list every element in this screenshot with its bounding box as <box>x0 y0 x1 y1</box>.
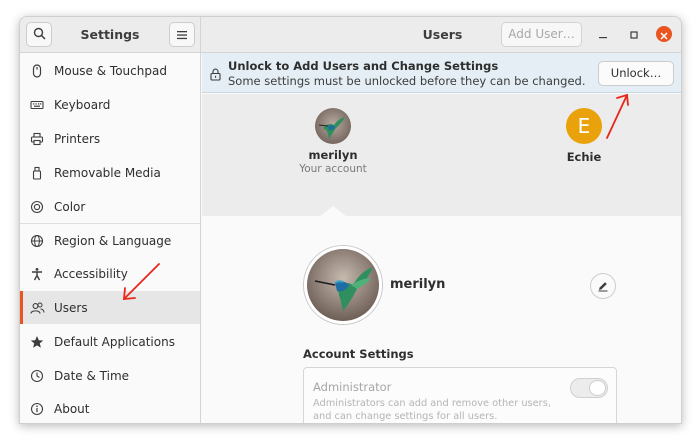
color-icon <box>29 199 45 215</box>
sidebar-item-removable-media[interactable]: Removable Media <box>20 156 200 189</box>
add-user-button[interactable]: Add User… <box>501 22 582 47</box>
lock-icon <box>210 66 221 85</box>
hummingbird-avatar-icon <box>315 108 351 144</box>
maximize-button[interactable] <box>626 26 642 42</box>
sidebar-item-keyboard[interactable]: Keyboard <box>20 88 200 121</box>
accessibility-icon <box>29 266 45 282</box>
sidebar-item-label: Keyboard <box>54 97 111 112</box>
edit-name-button[interactable] <box>590 273 616 299</box>
profile-name: merilyn <box>390 277 446 292</box>
user-card-echie[interactable]: E Echie <box>539 108 629 164</box>
minimize-button[interactable] <box>595 26 611 42</box>
sidebar-header: Settings <box>20 17 201 53</box>
selection-pointer <box>320 206 346 216</box>
sidebar-item-users[interactable]: Users <box>20 291 200 324</box>
star-icon <box>29 334 45 350</box>
sidebar-item-label: Mouse & Touchpad <box>54 63 167 78</box>
close-icon <box>660 25 668 44</box>
info-icon <box>29 401 45 417</box>
sidebar-item-label: Default Applications <box>54 334 175 349</box>
user-role: Your account <box>299 163 367 175</box>
sidebar: Mouse & Touchpad Keyboard Printers Remov… <box>20 53 201 423</box>
hamburger-icon <box>176 25 188 44</box>
users-panel: Unlock to Add Users and Change Settings … <box>202 53 681 423</box>
sidebar-item-label: Removable Media <box>54 165 161 180</box>
close-button[interactable] <box>656 26 672 42</box>
hummingbird-avatar-icon <box>307 249 379 321</box>
administrator-description: Administrators can add and remove other … <box>313 398 551 422</box>
sidebar-item-label: Printers <box>54 131 101 146</box>
sidebar-item-color[interactable]: Color <box>20 190 200 223</box>
administrator-toggle[interactable] <box>570 378 608 398</box>
pencil-icon <box>597 277 609 296</box>
user-card-merilyn[interactable]: merilyn Your account <box>288 108 378 175</box>
maximize-icon <box>629 25 639 44</box>
sidebar-item-label: About <box>54 401 90 416</box>
menu-button[interactable] <box>169 22 195 47</box>
unlock-button[interactable]: Unlock… <box>598 61 674 86</box>
sidebar-item-printers[interactable]: Printers <box>20 122 200 155</box>
toggle-knob <box>589 380 606 396</box>
administrator-row: Administrator Administrators can add and… <box>303 367 617 423</box>
sidebar-item-mouse-touchpad[interactable]: Mouse & Touchpad <box>20 54 200 87</box>
users-icon <box>29 300 45 316</box>
user-selector: merilyn Your account E Echie <box>202 94 681 216</box>
unlock-infobar: Unlock to Add Users and Change Settings … <box>202 53 681 93</box>
sidebar-item-label: Color <box>54 199 86 214</box>
administrator-label: Administrator <box>313 380 392 394</box>
sidebar-item-label: Accessibility <box>54 266 128 281</box>
sidebar-title: Settings <box>80 27 140 42</box>
sidebar-item-region-language[interactable]: Region & Language <box>20 224 200 257</box>
profile-avatar[interactable] <box>304 246 382 324</box>
user-name: Echie <box>566 150 602 164</box>
infobar-title: Unlock to Add Users and Change Settings <box>228 59 499 73</box>
sidebar-item-label: Region & Language <box>54 233 172 248</box>
account-settings-heading: Account Settings <box>303 347 414 361</box>
removable-media-icon <box>29 165 45 181</box>
avatar: E <box>566 108 602 144</box>
avatar <box>315 108 351 144</box>
infobar-subtitle: Some settings must be unlocked before th… <box>228 74 586 88</box>
settings-window: Settings Users Add User… Mouse & Touchpa… <box>19 16 682 424</box>
mouse-icon <box>29 63 45 79</box>
printer-icon <box>29 131 45 147</box>
clock-icon <box>29 368 45 384</box>
sidebar-item-default-applications[interactable]: Default Applications <box>20 325 200 358</box>
keyboard-icon <box>29 97 45 113</box>
sidebar-item-label: Date & Time <box>54 368 130 383</box>
globe-icon <box>29 233 45 249</box>
search-icon <box>33 25 46 44</box>
sidebar-item-about[interactable]: About <box>20 392 200 423</box>
sidebar-item-date-time[interactable]: Date & Time <box>20 359 200 392</box>
header-bar: Settings Users Add User… <box>20 17 681 53</box>
user-name: merilyn <box>308 148 358 162</box>
search-button[interactable] <box>26 22 52 47</box>
minimize-icon <box>598 25 608 44</box>
sidebar-item-accessibility[interactable]: Accessibility <box>20 257 200 290</box>
sidebar-item-label: Users <box>54 300 88 315</box>
